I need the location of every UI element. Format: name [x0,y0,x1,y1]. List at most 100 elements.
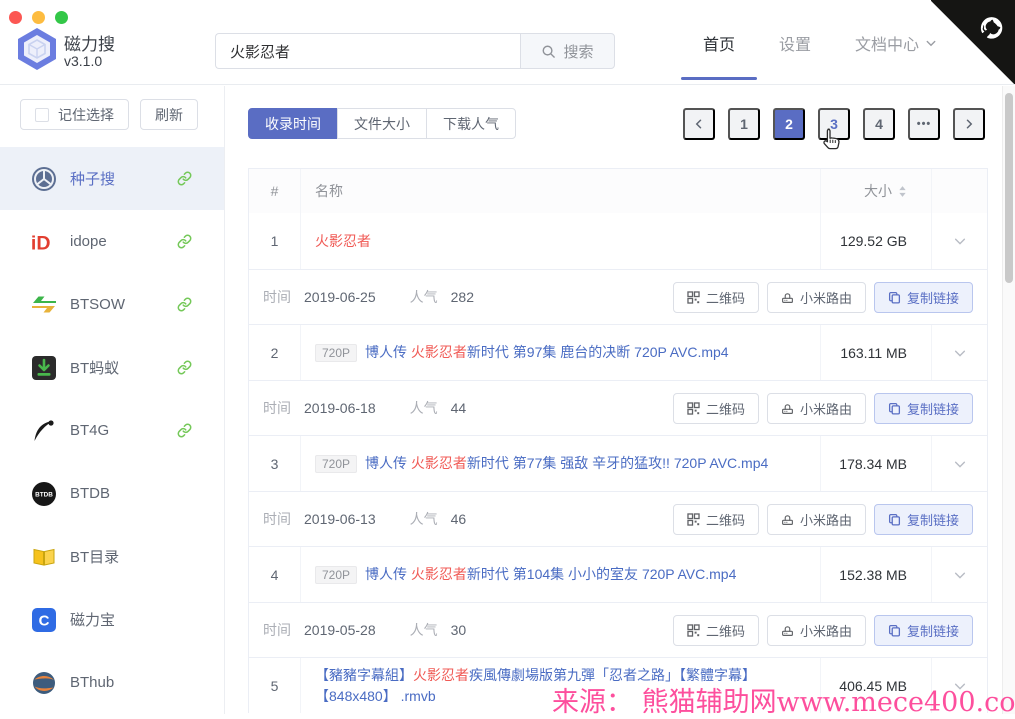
row-size: 129.52 GB [821,213,932,269]
qr-code-button[interactable]: 二维码 [672,281,759,313]
expand-column-header [932,169,987,213]
close-window-button[interactable] [9,11,22,24]
xiaomi-router-button-label: 小米路由 [799,290,852,306]
search-button[interactable]: 搜索 [520,33,615,69]
maximize-window-button[interactable] [55,11,68,24]
nav-item[interactable]: 文档中心 [855,0,937,85]
copy-link-button-label: 复制链接 [906,401,959,417]
sidebar-engine-BT蚂蚁[interactable]: BT蚂蚁 [0,336,224,399]
bt4g-icon [30,418,58,444]
engine-label: BThub [70,674,115,691]
sort-tab[interactable]: 下载人气 [426,108,516,139]
table-row: 3 720P 博人传 火影忍者新时代 第77集 强敌 辛牙的猛攻!! 720P AV… [249,435,987,491]
xiaomi-router-button[interactable]: 小米路由 [766,614,866,646]
qr-code-button-label: 二维码 [705,401,745,417]
name-column-header: 名称 [301,169,821,213]
size-column-header[interactable]: 大小 [821,169,932,213]
github-corner[interactable] [931,0,1015,84]
torrent-title-link[interactable]: 火影忍者 [315,231,371,252]
app-logo-icon [15,26,59,77]
torrent-title-link[interactable]: 博人传 火影忍者新时代 第104集 小小的室友 720P AVC.mp4 [365,564,736,585]
qr-icon [687,401,700,415]
table-row: 1 火影忍者 129.52 GB [249,213,987,269]
copy-link-button[interactable]: 复制链接 [873,392,973,424]
nav-item-label: 首页 [702,36,735,54]
svg-text:BTDB: BTDB [35,491,53,498]
expand-chevron-icon[interactable] [932,213,987,269]
popularity-value: 46 [450,511,467,527]
link-icon [177,360,192,375]
engine-label: BTSOW [70,296,125,313]
torrent-title-link[interactable]: 博人传 火影忍者新时代 第97集 鹿台的决断 720P AVC.mp4 [365,342,729,363]
sidebar-engine-BTSOW[interactable]: BTSOW [0,273,224,336]
remember-selection-checkbox[interactable] [35,107,49,122]
app-header: 磁力搜 v3.1.0 搜索 首页 设置 文档中心 [0,0,1015,85]
nav-item[interactable]: 设置 [779,0,811,85]
scrollbar-thumb[interactable] [1005,93,1013,283]
torrent-title-link[interactable]: 博人传 火影忍者新时代 第77集 强敌 辛牙的猛攻!! 720P AVC.mp4 [365,453,768,474]
sort-tab[interactable]: 收录时间 [248,108,338,139]
page-button[interactable]: 1 [728,108,760,140]
page-button[interactable]: 3 [818,108,850,140]
copy-link-button-label: 复制链接 [906,290,959,306]
main-content: 收录时间 文件大小 下载人气 1 2 3 4 ••• # 名称 大小 1 火影忍者 129.52… [226,86,1015,714]
sort-caret-icon[interactable] [898,185,907,198]
sort-tab-group: 收录时间 文件大小 下载人气 [248,108,516,139]
expand-chevron-icon[interactable] [932,547,987,602]
qr-icon [687,290,700,304]
time-label: 时间 [263,622,291,638]
page-button[interactable]: 2 [773,108,805,140]
search-bar: 搜索 [215,33,615,69]
qr-code-button-label: 二维码 [705,290,745,306]
row-size: 152.38 MB [821,547,932,602]
qr-code-button[interactable]: 二维码 [672,614,759,646]
row-size: 178.34 MB [821,436,932,491]
copy-link-button[interactable]: 复制链接 [873,614,973,646]
qr-icon [687,512,700,526]
sidebar-engine-种子搜[interactable]: 种子搜 [0,147,224,210]
nav-item[interactable]: 首页 [703,0,735,85]
expand-chevron-icon[interactable] [932,436,987,491]
sidebar-engine-磁力宝[interactable]: C 磁力宝 [0,588,224,651]
copy-link-button[interactable]: 复制链接 [873,503,973,535]
sidebar-engine-BThub[interactable]: BThub [0,651,224,714]
qr-code-button[interactable]: 二维码 [672,392,759,424]
xiaomi-router-button[interactable]: 小米路由 [766,392,866,424]
sidebar-engine-BTDB[interactable]: BTDB BTDB [0,462,224,525]
row-index: 2 [249,325,301,380]
pagination: 1 2 3 4 ••• [683,108,985,140]
sidebar-engine-BT目录[interactable]: BT目录 [0,525,224,588]
search-input[interactable] [215,33,520,69]
sidebar-engine-BT4G[interactable]: BT4G [0,399,224,462]
copy-icon [888,291,901,304]
nav-item-label: 文档中心 [854,36,919,54]
expand-chevron-icon[interactable] [932,325,987,380]
cilibao-icon: C [30,607,58,633]
engine-label: BT蚂蚁 [70,360,120,377]
remember-selection-button[interactable]: 记住选择 [20,99,129,130]
qr-code-button[interactable]: 二维码 [672,503,759,535]
keyword-highlight: 火影忍者 [410,566,467,582]
page-button[interactable]: 4 [863,108,895,140]
page-ellipsis-button[interactable]: ••• [908,108,940,140]
btant-icon [30,355,58,381]
popularity-label: 人气 [409,511,438,527]
popularity-value: 30 [450,622,467,638]
scrollbar[interactable] [1002,86,1015,714]
minimize-window-button[interactable] [32,11,45,24]
copy-link-button[interactable]: 复制链接 [873,281,973,313]
xiaomi-router-button[interactable]: 小米路由 [766,281,866,313]
time-value: 2019-06-13 [304,511,376,527]
refresh-button[interactable]: 刷新 [140,99,198,130]
sidebar-engine-idope[interactable]: iD idope [0,210,224,273]
time-label: 时间 [263,400,291,416]
prev-page-button[interactable] [683,108,715,140]
row-index: 1 [249,213,301,269]
router-icon [781,513,794,526]
row-actions: 二维码 小米路由 复制链接 [672,503,973,535]
sort-tab[interactable]: 文件大小 [337,108,427,139]
next-page-button[interactable] [953,108,985,140]
row-index: 5 [249,658,301,713]
xiaomi-router-button[interactable]: 小米路由 [766,503,866,535]
row-index: 4 [249,547,301,602]
